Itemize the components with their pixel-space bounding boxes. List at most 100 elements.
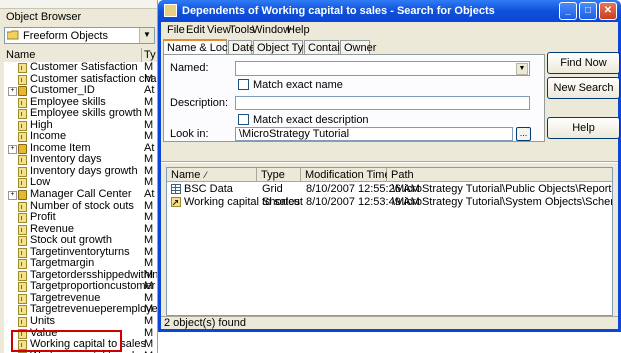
- help-button[interactable]: Help: [547, 117, 620, 139]
- close-button[interactable]: ✕: [599, 2, 617, 20]
- tab-date[interactable]: Date: [228, 40, 255, 54]
- expand-icon[interactable]: +: [8, 87, 17, 97]
- object-list-item-type: At: [144, 84, 155, 97]
- object-list-item[interactable]: Profit M: [4, 212, 157, 224]
- metric-icon: [18, 155, 27, 166]
- match-exact-name-label: Match exact name: [253, 79, 343, 91]
- object-list-item[interactable]: + Customer_ID At: [4, 85, 157, 97]
- object-list-item[interactable]: Targetrevenueperemployee M: [4, 304, 157, 316]
- minimize-button[interactable]: _: [559, 2, 577, 20]
- separator: [161, 161, 618, 163]
- browse-button[interactable]: ...: [516, 127, 531, 141]
- background-strip: [158, 332, 621, 353]
- object-list-item-label: Units: [30, 315, 56, 328]
- object-list-item[interactable]: Customer Satisfaction M: [4, 62, 157, 74]
- result-name: BSC Data: [184, 183, 233, 195]
- new-search-button[interactable]: New Search: [547, 77, 620, 99]
- folder-icon: [6, 30, 19, 40]
- menu-edit[interactable]: Edit: [186, 23, 205, 37]
- attribute-icon: [18, 86, 27, 97]
- tab-object-types[interactable]: Object Types: [253, 40, 321, 54]
- metric-icon: [18, 132, 27, 143]
- folder-combo[interactable]: Freeform Objects ▼: [4, 27, 155, 44]
- metric-icon: [18, 293, 27, 304]
- object-list-item-type: M: [144, 338, 154, 351]
- chevron-down-icon[interactable]: ▼: [139, 28, 154, 43]
- column-header-name[interactable]: Name: [6, 48, 142, 62]
- menu-help[interactable]: Help: [287, 23, 310, 37]
- results-header-path[interactable]: Path: [387, 168, 612, 182]
- column-header-type[interactable]: Ty: [144, 48, 156, 62]
- results-row[interactable]: BSC Data Grid 8/10/2007 12:55:26 AM \Mic…: [167, 183, 612, 196]
- metric-icon: [18, 224, 27, 235]
- object-list-item-label: Profit: [30, 211, 56, 224]
- menu-bar: File Edit View Tools Window Help: [161, 22, 618, 38]
- look-in-input[interactable]: \MicroStrategy Tutorial: [235, 127, 513, 141]
- metric-icon: [18, 270, 27, 281]
- metric-icon: [18, 166, 27, 177]
- chevron-down-icon[interactable]: ▼: [516, 63, 528, 75]
- match-exact-description-checkbox[interactable]: [238, 114, 249, 125]
- expand-icon[interactable]: +: [8, 144, 17, 154]
- metric-icon: [18, 317, 27, 328]
- object-list-item-type: At: [144, 188, 155, 201]
- expand-icon[interactable]: +: [8, 191, 17, 201]
- attribute-icon: [18, 143, 27, 154]
- results-row[interactable]: Working capital to sales Shortcut 8/10/2…: [167, 196, 612, 209]
- results-header-modification-time[interactable]: Modification Time: [301, 168, 391, 182]
- look-in-value: \MicroStrategy Tutorial: [239, 128, 350, 140]
- object-list-item[interactable]: Inventory days growth M: [4, 165, 157, 178]
- metric-icon: [18, 282, 27, 293]
- object-list-item[interactable]: High M: [4, 119, 157, 132]
- tab-contains[interactable]: Contains: [304, 40, 351, 54]
- named-label: Named:: [170, 62, 209, 74]
- object-list-item[interactable]: Units M: [4, 315, 157, 328]
- object-browser-header: Object Browser: [6, 11, 82, 23]
- object-list-item-type: M: [144, 211, 154, 224]
- results-header-name[interactable]: Name ⁄: [167, 168, 257, 182]
- object-list-header: Name Ty: [4, 48, 157, 63]
- named-combo[interactable]: ▼: [235, 61, 530, 76]
- object-list-item[interactable]: Employee skills growth M: [4, 108, 157, 120]
- grid-report-icon: [171, 184, 181, 194]
- menu-window[interactable]: Window: [252, 23, 291, 37]
- menu-tools[interactable]: Tools: [229, 23, 255, 37]
- result-path: \MicroStrategy Tutorial\System Objects\S…: [392, 196, 612, 208]
- description-input[interactable]: [235, 96, 530, 110]
- object-list-item[interactable]: + Manager Call Center At: [4, 188, 157, 201]
- match-exact-name-checkbox[interactable]: [238, 79, 249, 90]
- menu-view[interactable]: View: [207, 23, 231, 37]
- find-now-button[interactable]: Find Now: [547, 52, 620, 74]
- sort-indicator-icon: ⁄: [205, 170, 207, 180]
- description-label: Description:: [170, 97, 229, 109]
- object-list-item-label: Customer_ID: [30, 84, 95, 97]
- metric-icon: [18, 178, 27, 189]
- object-list-item[interactable]: Number of stock outs M: [4, 200, 157, 213]
- dialog-body: File Edit View Tools Window Help Name & …: [161, 22, 620, 329]
- search-dialog: Dependents of Working capital to sales -…: [158, 0, 621, 332]
- maximize-button[interactable]: □: [579, 2, 597, 20]
- result-type: Grid: [262, 183, 283, 195]
- metric-icon: [18, 120, 27, 131]
- menu-file[interactable]: File: [167, 23, 185, 37]
- result-path: \MicroStrategy Tutorial\Public Objects\R…: [392, 183, 612, 195]
- highlight-annotation: [11, 330, 122, 352]
- dialog-title: Dependents of Working capital to sales -…: [182, 5, 495, 17]
- results-header-name-label: Name: [171, 169, 201, 181]
- tab-name-location[interactable]: Name & Location: [163, 39, 251, 55]
- results-header-type[interactable]: Type: [257, 168, 301, 182]
- match-exact-description-label: Match exact description: [253, 114, 369, 126]
- metric-icon: [18, 213, 27, 224]
- object-list-item-label: Manager Call Center: [30, 188, 132, 201]
- object-list-item-label: Customer Satisfaction: [30, 62, 138, 73]
- object-list-item-type: M: [144, 315, 154, 328]
- metric-icon: [18, 97, 27, 108]
- status-bar: 2 object(s) found: [161, 316, 618, 329]
- tab-owner[interactable]: Owner: [340, 40, 376, 54]
- dialog-titlebar[interactable]: Dependents of Working capital to sales -…: [158, 0, 621, 22]
- result-type: Shortcut: [262, 196, 303, 208]
- attribute-icon: [18, 190, 27, 201]
- metric-icon: [18, 247, 27, 258]
- shortcut-icon: [171, 197, 181, 207]
- metric-icon: [18, 201, 27, 212]
